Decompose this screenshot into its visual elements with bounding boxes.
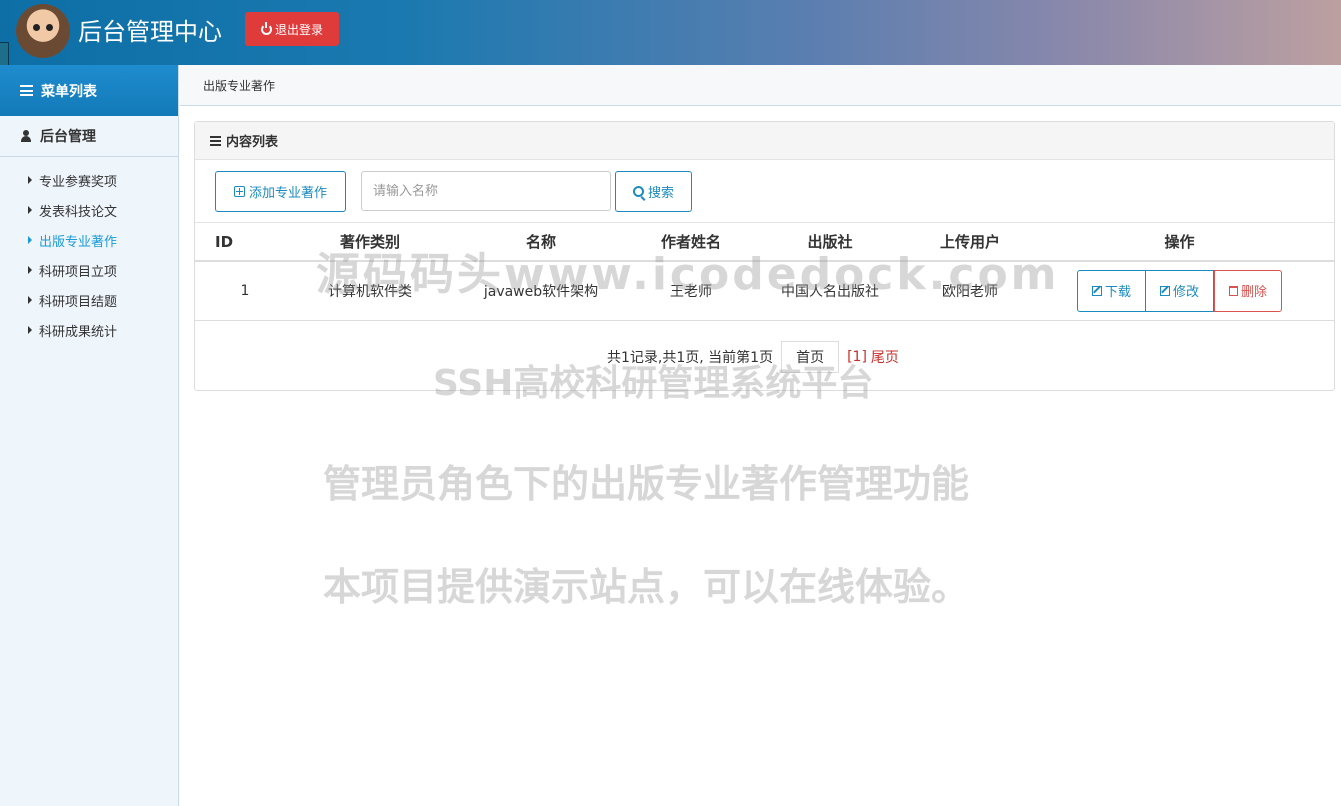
add-button-label: 添加专业著作 bbox=[248, 186, 327, 201]
list-icon bbox=[20, 85, 33, 96]
logout-button[interactable]: 退出登录 bbox=[245, 12, 339, 46]
delete-button[interactable]: 删除 bbox=[1214, 269, 1283, 312]
col-actions: 操作 bbox=[1025, 223, 1334, 262]
caret-right-icon bbox=[28, 326, 32, 334]
edit-button[interactable]: 修改 bbox=[1145, 269, 1214, 312]
search-button[interactable]: 搜索 bbox=[615, 171, 692, 212]
sidebar-item-project-closure[interactable]: 科研项目结题 bbox=[0, 285, 178, 315]
add-publication-button[interactable]: 添加专业著作 bbox=[215, 171, 346, 212]
table-header-row: ID 著作类别 名称 作者姓名 出版社 上传用户 操作 bbox=[195, 223, 1334, 262]
trash-icon bbox=[1229, 285, 1238, 296]
pagination-summary: 共1记录,共1页, 当前第1页 bbox=[607, 350, 774, 366]
sidebar-item-project-approval[interactable]: 科研项目立项 bbox=[0, 255, 178, 285]
cell-actions: 下载 修改 删除 bbox=[1025, 261, 1334, 321]
search-input[interactable] bbox=[361, 171, 611, 211]
current-page-link[interactable]: [1] bbox=[847, 349, 867, 365]
toolbar: 添加专业著作 搜索 bbox=[195, 161, 1334, 223]
sidebar-item-label: 科研项目结题 bbox=[39, 294, 118, 310]
table-row: 1 计算机软件类 javaweb软件架构 王老师 中国人名出版社 欧阳老师 下载… bbox=[195, 261, 1334, 321]
sidebar: 菜单列表 后台管理 专业参赛奖项 发表科技论文 出版专业著作 科研项目立项 科研… bbox=[0, 65, 179, 806]
col-category: 著作类别 bbox=[295, 223, 445, 262]
sidebar-item-label: 发表科技论文 bbox=[39, 204, 118, 220]
cell-name: javaweb软件架构 bbox=[445, 261, 637, 321]
search-icon bbox=[632, 186, 644, 197]
cell-uploader: 欧阳老师 bbox=[915, 261, 1025, 321]
first-page-button[interactable]: 首页 bbox=[781, 341, 840, 373]
sidebar-item-label: 科研项目立项 bbox=[39, 264, 118, 280]
avatar bbox=[16, 4, 70, 58]
col-author: 作者姓名 bbox=[637, 223, 745, 262]
content-panel: 内容列表 添加专业著作 搜索 ID 著作类别 名称 作者姓名 出版社 上传用户 … bbox=[194, 121, 1335, 391]
menu-header: 菜单列表 bbox=[0, 65, 178, 116]
top-header: 后台管理中心 退出登录 bbox=[0, 0, 1341, 65]
sidebar-item-papers[interactable]: 发表科技论文 bbox=[0, 195, 178, 225]
search-button-label: 搜索 bbox=[647, 186, 674, 201]
publication-table: ID 著作类别 名称 作者姓名 出版社 上传用户 操作 1 计算机软件类 jav… bbox=[195, 223, 1334, 321]
watermark-feature: 管理员角色下的出版专业著作管理功能 bbox=[323, 462, 970, 506]
sidebar-item-label: 出版专业著作 bbox=[39, 234, 118, 250]
cell-id: 1 bbox=[195, 261, 295, 321]
edit-label: 修改 bbox=[1172, 285, 1199, 301]
page-title: 后台管理中心 bbox=[78, 18, 222, 46]
panel-header: 内容列表 bbox=[195, 122, 1334, 160]
last-page-link[interactable]: 尾页 bbox=[871, 347, 899, 367]
col-uploader: 上传用户 bbox=[915, 223, 1025, 262]
caret-right-icon bbox=[28, 266, 32, 274]
sidebar-item-awards[interactable]: 专业参赛奖项 bbox=[0, 165, 178, 195]
menu-title: 菜单列表 bbox=[41, 83, 97, 100]
logout-label: 退出登录 bbox=[274, 22, 323, 37]
edit-square-icon bbox=[1159, 285, 1170, 296]
caret-right-icon bbox=[28, 296, 32, 304]
sidebar-nav: 专业参赛奖项 发表科技论文 出版专业著作 科研项目立项 科研项目结题 科研成果统… bbox=[0, 157, 178, 345]
download-label: 下载 bbox=[1104, 285, 1131, 301]
sidebar-item-label: 专业参赛奖项 bbox=[39, 174, 118, 190]
cell-publisher: 中国人名出版社 bbox=[745, 261, 915, 321]
pagination: 共1记录,共1页, 当前第1页 首页 [1] 尾页 bbox=[607, 340, 899, 374]
caret-right-icon bbox=[28, 206, 32, 214]
breadcrumb: 出版专业著作 bbox=[180, 65, 1341, 106]
menu-group-admin[interactable]: 后台管理 bbox=[0, 116, 178, 157]
panel-title: 内容列表 bbox=[226, 135, 279, 150]
plus-square-icon bbox=[233, 186, 245, 197]
breadcrumb-label: 出版专业著作 bbox=[203, 78, 276, 93]
col-name: 名称 bbox=[445, 223, 637, 262]
delete-label: 删除 bbox=[1241, 285, 1268, 301]
cell-author: 王老师 bbox=[637, 261, 745, 321]
sidebar-item-statistics[interactable]: 科研成果统计 bbox=[0, 315, 178, 345]
caret-right-icon bbox=[28, 176, 32, 184]
group-title: 后台管理 bbox=[40, 129, 96, 145]
watermark-demo: 本项目提供演示站点，可以在线体验。 bbox=[323, 565, 970, 609]
row-action-group: 下载 修改 删除 bbox=[1076, 269, 1283, 312]
sidebar-item-label: 科研成果统计 bbox=[39, 324, 118, 340]
bars-icon bbox=[210, 135, 221, 146]
col-id: ID bbox=[195, 223, 295, 262]
sidebar-item-publications[interactable]: 出版专业著作 bbox=[0, 225, 178, 255]
cell-category: 计算机软件类 bbox=[295, 261, 445, 321]
download-button[interactable]: 下载 bbox=[1076, 269, 1146, 312]
edit-square-icon bbox=[1091, 285, 1102, 296]
power-icon bbox=[260, 21, 272, 35]
col-publisher: 出版社 bbox=[745, 223, 915, 262]
user-icon bbox=[20, 130, 32, 142]
caret-right-icon bbox=[28, 236, 32, 244]
